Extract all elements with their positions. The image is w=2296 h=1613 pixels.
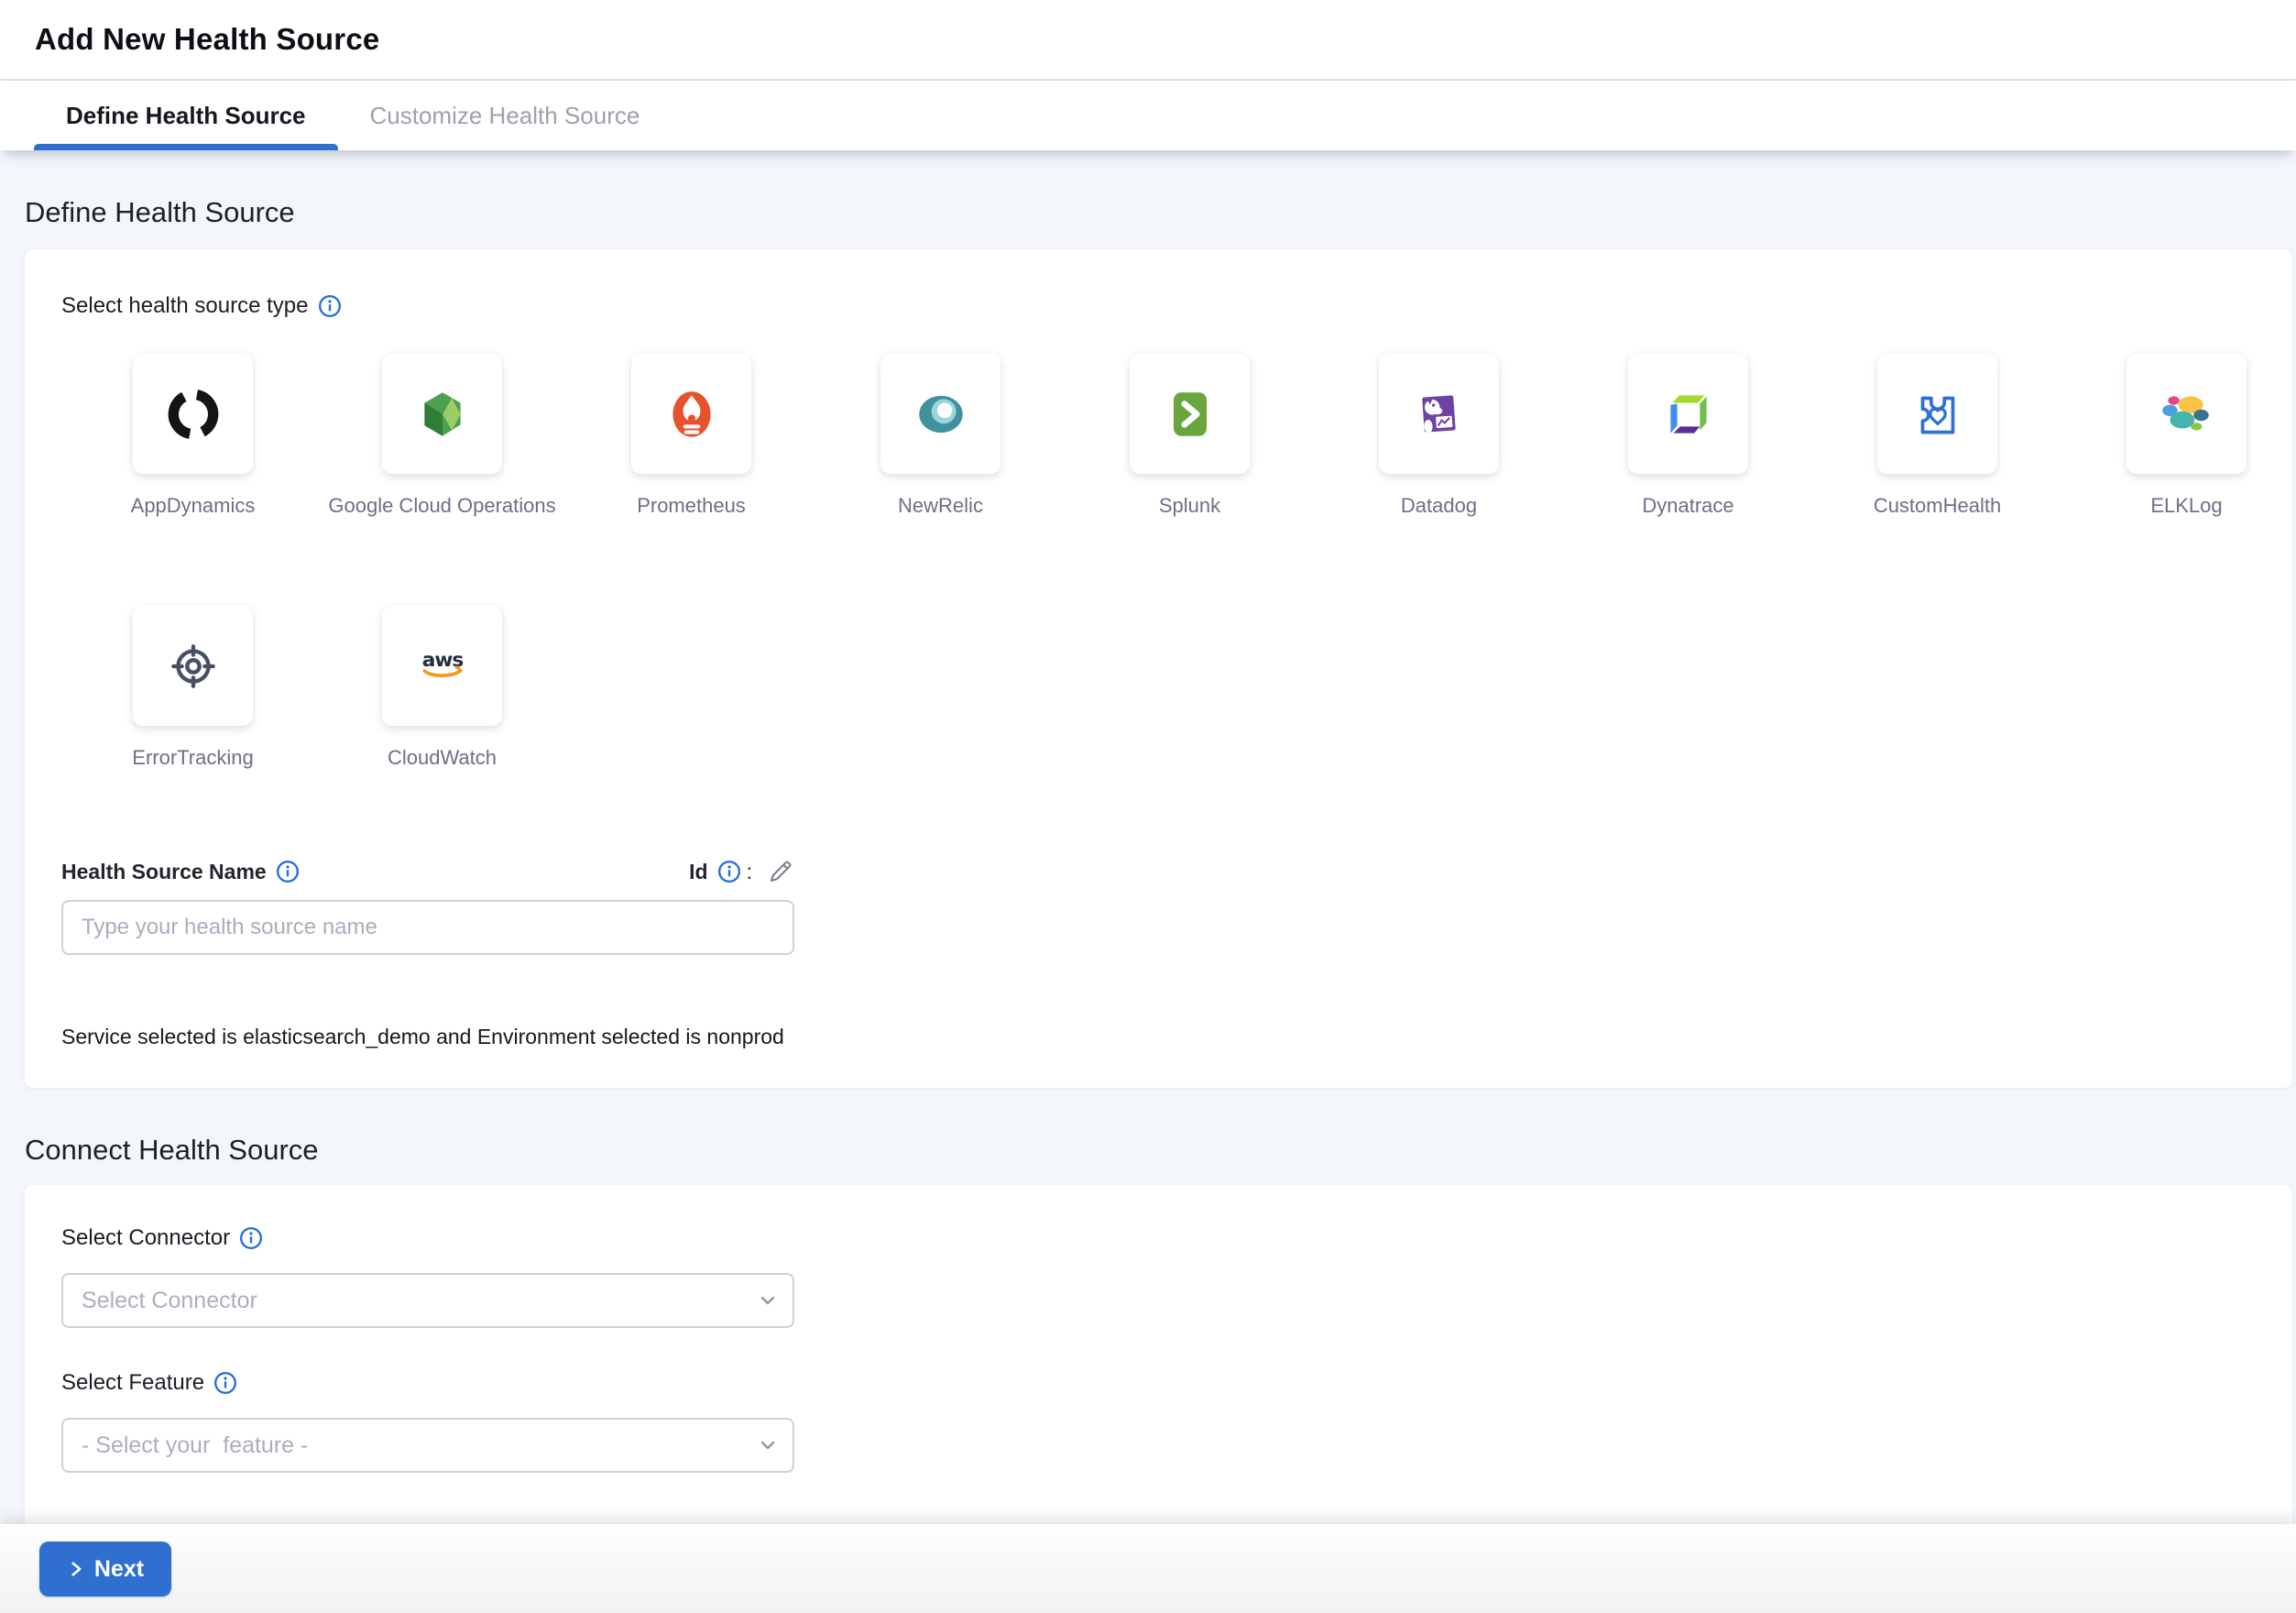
tile-label: Prometheus: [637, 494, 746, 518]
id-group: Id :: [689, 858, 794, 885]
info-icon[interactable]: [276, 860, 300, 883]
health-source-name-row: Health Source Name Id :: [61, 858, 794, 885]
errortracking-icon: [163, 636, 224, 697]
elklog-icon: [2157, 384, 2217, 444]
feature-select-placeholder: - Select your feature -: [82, 1432, 308, 1459]
tile-label: ELKLog: [2150, 494, 2222, 518]
define-section-heading: Define Health Source: [25, 196, 2296, 229]
source-elklog: ELKLog: [2127, 354, 2247, 518]
connect-section-heading: Connect Health Source: [25, 1134, 2296, 1167]
tile-label: Datadog: [1401, 494, 1477, 518]
chevron-down-icon: [756, 1289, 780, 1312]
connector-select[interactable]: Select Connector: [61, 1273, 794, 1328]
id-label: Id: [689, 860, 707, 884]
customhealth-icon: [1908, 384, 1968, 444]
connector-select-placeholder: Select Connector: [82, 1288, 257, 1314]
appdynamics-icon: [163, 384, 224, 444]
chevron-down-icon: [756, 1433, 780, 1457]
select-connector-label: Select Connector: [61, 1225, 230, 1251]
datadog-icon: [1409, 384, 1470, 444]
tab-define-health-source[interactable]: Define Health Source: [34, 81, 338, 150]
service-environment-note: Service selected is elasticsearch_demo a…: [61, 1025, 2256, 1049]
select-connector-label-row: Select Connector: [61, 1225, 2256, 1251]
source-google-cloud-operations: Google Cloud Operations: [382, 354, 502, 518]
feature-select[interactable]: - Select your feature -: [61, 1418, 794, 1473]
source-customhealth: CustomHealth: [1877, 354, 1997, 518]
newrelic-icon: [911, 384, 971, 444]
tab-bar: Define Health Source Customize Health So…: [0, 81, 2296, 150]
dynatrace-icon: [1658, 384, 1719, 444]
tile-label: AppDynamics: [131, 494, 256, 518]
datadog-tile[interactable]: [1379, 354, 1499, 474]
elklog-tile[interactable]: [2127, 354, 2247, 474]
define-health-source-card: Select health source type AppDynamics: [25, 249, 2292, 1088]
source-prometheus: Prometheus: [631, 354, 751, 518]
connect-health-source-card: Select Connector Select Connector Select…: [25, 1185, 2292, 1530]
source-dynatrace: Dynatrace: [1628, 354, 1748, 518]
splunk-icon: [1160, 384, 1220, 444]
health-source-name-input[interactable]: [61, 900, 794, 955]
tab-customize-health-source[interactable]: Customize Health Source: [338, 81, 672, 150]
page-title: Add New Health Source: [35, 22, 379, 57]
edit-id-pencil-icon[interactable]: [767, 858, 794, 885]
source-cloudwatch: aws CloudWatch: [382, 606, 502, 770]
source-datadog: Datadog: [1379, 354, 1499, 518]
splunk-tile[interactable]: [1130, 354, 1250, 474]
info-icon[interactable]: [239, 1226, 263, 1250]
cloudwatch-aws-icon: aws: [412, 636, 473, 697]
tile-row: ErrorTracking aws CloudWatch: [133, 606, 2256, 770]
tab-label: Define Health Source: [66, 102, 306, 130]
prometheus-tile[interactable]: [631, 354, 751, 474]
tile-label: NewRelic: [898, 494, 983, 518]
errortracking-tile[interactable]: [133, 606, 253, 726]
info-icon[interactable]: [717, 860, 741, 883]
health-source-name-label: Health Source Name: [61, 860, 267, 884]
dynatrace-tile[interactable]: [1628, 354, 1748, 474]
wizard-footer: Next: [0, 1524, 2296, 1613]
tile-row: AppDynamics Google Cloud Operations: [133, 354, 2256, 518]
tile-label: Splunk: [1159, 494, 1220, 518]
tile-label: Google Cloud Operations: [328, 494, 555, 518]
tile-label: CloudWatch: [388, 746, 497, 770]
customhealth-tile[interactable]: [1877, 354, 1997, 474]
source-appdynamics: AppDynamics: [133, 354, 253, 518]
source-splunk: Splunk: [1130, 354, 1250, 518]
health-source-name-label-row: Health Source Name: [61, 860, 300, 884]
tile-label: ErrorTracking: [132, 746, 253, 770]
appdynamics-tile[interactable]: [133, 354, 253, 474]
next-button-label: Next: [94, 1556, 144, 1583]
tab-label: Customize Health Source: [370, 102, 640, 130]
select-feature-label-row: Select Feature: [61, 1370, 2256, 1396]
newrelic-tile[interactable]: [880, 354, 1000, 474]
chevron-right-icon: [67, 1560, 85, 1578]
health-source-tile-grid: AppDynamics Google Cloud Operations: [133, 354, 2256, 770]
info-icon[interactable]: [318, 294, 342, 318]
select-feature-label: Select Feature: [61, 1370, 204, 1396]
source-newrelic: NewRelic: [880, 354, 1000, 518]
prometheus-icon: [661, 384, 722, 444]
next-button[interactable]: Next: [39, 1542, 171, 1597]
tile-label: CustomHealth: [1874, 494, 2001, 518]
source-errortracking: ErrorTracking: [133, 606, 253, 770]
select-type-label-row: Select health source type: [61, 293, 2256, 319]
info-icon[interactable]: [213, 1371, 237, 1395]
id-colon: :: [747, 860, 752, 884]
cloudwatch-tile[interactable]: aws: [382, 606, 502, 726]
select-type-label: Select health source type: [61, 293, 309, 319]
tile-label: Dynatrace: [1642, 494, 1733, 518]
google-cloud-operations-tile[interactable]: [382, 354, 502, 474]
drawer-header: Add New Health Source: [0, 0, 2296, 81]
google-cloud-operations-icon: [412, 384, 473, 444]
